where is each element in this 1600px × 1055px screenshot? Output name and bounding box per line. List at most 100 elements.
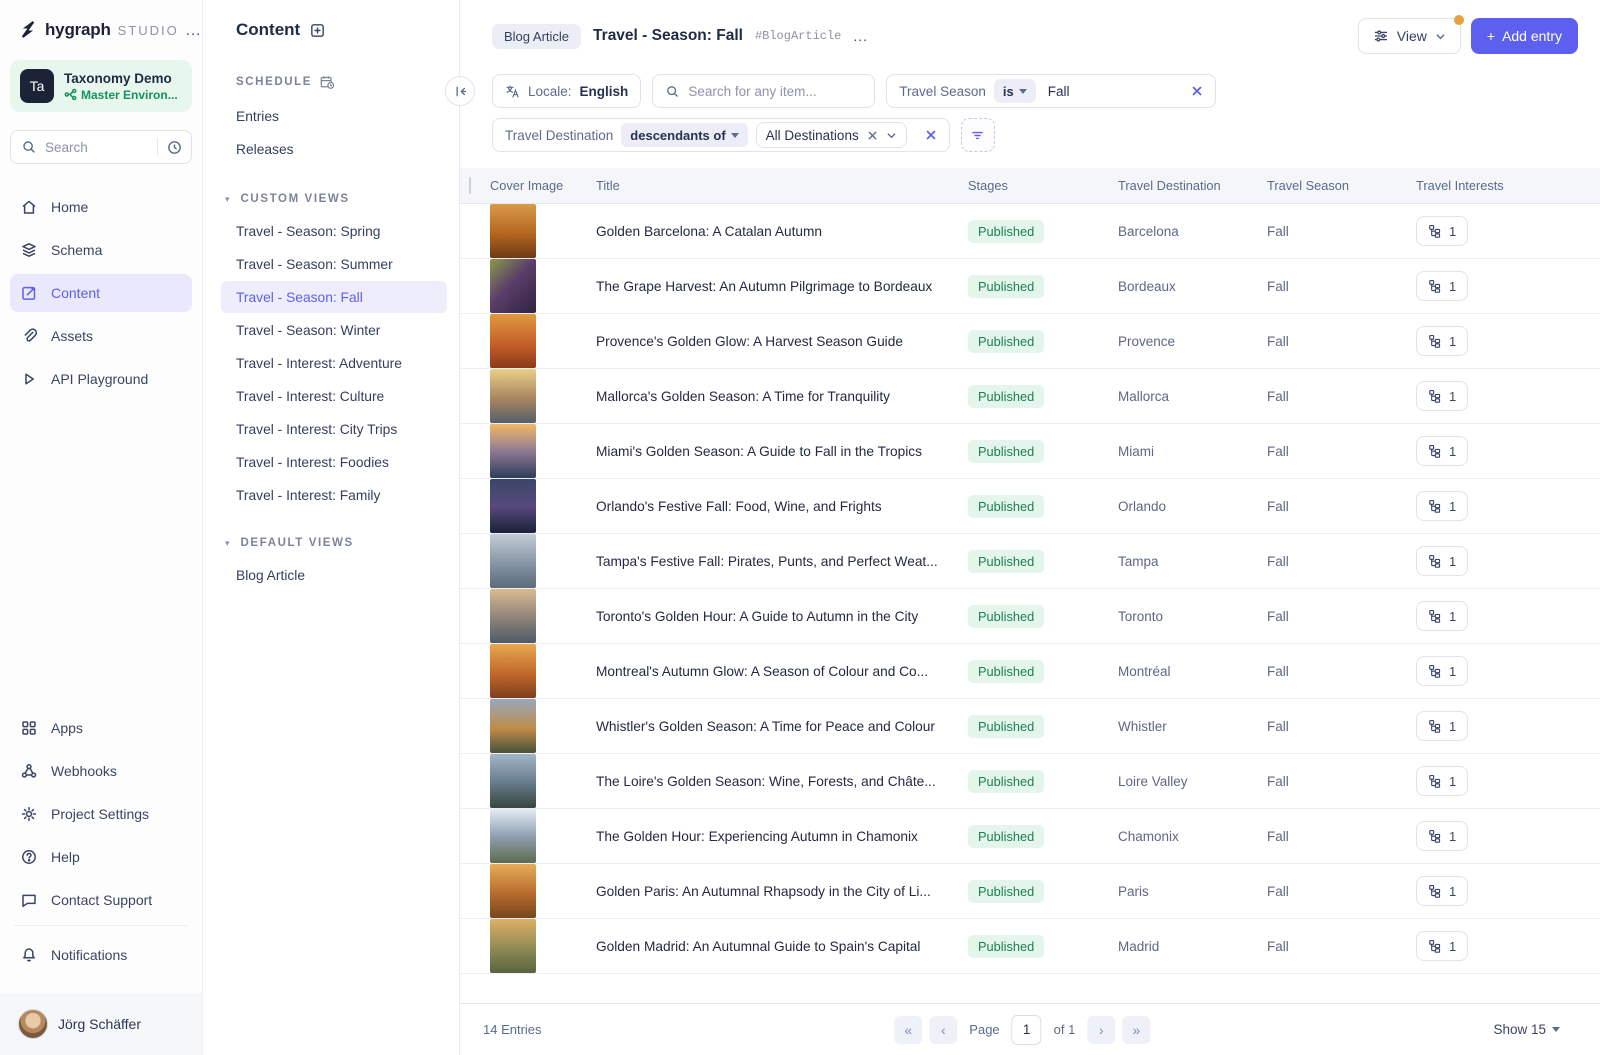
sidebar-item-schema[interactable]: Schema [10, 231, 192, 269]
cover-image[interactable] [490, 424, 536, 478]
entry-title[interactable]: Tampa's Festive Fall: Pirates, Punts, an… [596, 554, 938, 569]
select-all-checkbox[interactable] [469, 177, 471, 194]
travel-interests-chip[interactable]: 1 [1416, 711, 1468, 741]
travel-interests-chip[interactable]: 1 [1416, 601, 1468, 631]
entry-title[interactable]: The Grape Harvest: An Autumn Pilgrimage … [596, 279, 932, 294]
cover-image[interactable] [490, 754, 536, 808]
add-view-icon[interactable] [309, 22, 326, 39]
cover-image[interactable] [490, 919, 536, 973]
cover-image[interactable] [490, 534, 536, 588]
workspace-menu-icon[interactable]: ... [186, 22, 202, 39]
locale-selector[interactable]: Locale: English [492, 74, 641, 108]
sidebar-view-item[interactable]: Travel - Season: Summer [221, 248, 447, 280]
last-page-button[interactable]: » [1122, 1016, 1150, 1044]
table-row[interactable]: Toronto's Golden Hour: A Guide to Autumn… [460, 589, 1600, 644]
travel-interests-chip[interactable]: 1 [1416, 436, 1468, 466]
entry-title[interactable]: Golden Madrid: An Autumnal Guide to Spai… [596, 939, 920, 954]
table-row[interactable]: Tampa's Festive Fall: Pirates, Punts, an… [460, 534, 1600, 589]
sidebar-item-entries[interactable]: Entries [221, 100, 447, 132]
remove-filter-icon[interactable] [925, 129, 937, 141]
cover-image[interactable] [490, 259, 536, 313]
sidebar-view-item[interactable]: Travel - Interest: Culture [221, 380, 447, 412]
model-badge[interactable]: Blog Article [492, 24, 581, 49]
table-row[interactable]: Golden Barcelona: A Catalan Autumn Publi… [460, 204, 1600, 259]
cover-image[interactable] [490, 479, 536, 533]
cover-image[interactable] [490, 204, 536, 258]
sidebar-item-releases[interactable]: Releases [221, 133, 447, 165]
sidebar-item-webhooks[interactable]: Webhooks [10, 752, 192, 790]
user-menu[interactable]: Jörg Schäffer [0, 993, 202, 1055]
column-header-travel-destination[interactable]: Travel Destination [1118, 178, 1267, 193]
sidebar-item-project-settings[interactable]: Project Settings [10, 795, 192, 833]
entry-title[interactable]: The Golden Hour: Experiencing Autumn in … [596, 829, 918, 844]
view-button[interactable]: View [1358, 18, 1461, 54]
cover-image[interactable] [490, 314, 536, 368]
table-row[interactable]: Orlando's Festive Fall: Food, Wine, and … [460, 479, 1600, 534]
destination-value-select[interactable]: All Destinations [756, 122, 907, 148]
table-row[interactable]: Golden Paris: An Autumnal Rhapsody in th… [460, 864, 1600, 919]
project-switcher[interactable]: Ta Taxonomy Demo Master Environ... [10, 60, 192, 112]
sidebar-item-api-playground[interactable]: API Playground [10, 360, 192, 398]
column-header-travel-season[interactable]: Travel Season [1267, 178, 1416, 193]
column-header-travel-interests[interactable]: Travel Interests [1416, 178, 1600, 193]
collapse-caret-icon[interactable]: ▾ [225, 194, 230, 205]
cover-image[interactable] [490, 589, 536, 643]
table-row[interactable]: The Grape Harvest: An Autumn Pilgrimage … [460, 259, 1600, 314]
travel-interests-chip[interactable]: 1 [1416, 216, 1468, 246]
travel-interests-chip[interactable]: 1 [1416, 326, 1468, 356]
sidebar-view-item[interactable]: Travel - Season: Fall [221, 281, 447, 313]
filter-operator-dropdown[interactable]: is [994, 79, 1036, 103]
sidebar-view-item[interactable]: Travel - Interest: City Trips [221, 413, 447, 445]
column-header-title[interactable]: Title [596, 178, 968, 193]
entry-title[interactable]: Golden Paris: An Autumnal Rhapsody in th… [596, 884, 931, 899]
sidebar-view-item[interactable]: Travel - Interest: Adventure [221, 347, 447, 379]
cover-image[interactable] [490, 864, 536, 918]
search-history-icon[interactable] [166, 139, 183, 156]
cover-image[interactable] [490, 644, 536, 698]
table-row[interactable]: Golden Madrid: An Autumnal Guide to Spai… [460, 919, 1600, 974]
entry-title[interactable]: Whistler's Golden Season: A Time for Pea… [596, 719, 935, 734]
clear-value-icon[interactable] [867, 130, 878, 141]
entry-title[interactable]: The Loire's Golden Season: Wine, Forests… [596, 774, 936, 789]
entry-title[interactable]: Orlando's Festive Fall: Food, Wine, and … [596, 499, 882, 514]
sidebar-item-help[interactable]: Help [10, 838, 192, 876]
entry-title[interactable]: Montreal's Autumn Glow: A Season of Colo… [596, 664, 928, 679]
table-row[interactable]: Whistler's Golden Season: A Time for Pea… [460, 699, 1600, 754]
travel-interests-chip[interactable]: 1 [1416, 491, 1468, 521]
filter-operator-dropdown[interactable]: descendants of [621, 123, 747, 147]
table-row[interactable]: The Loire's Golden Season: Wine, Forests… [460, 754, 1600, 809]
sidebar-item-content[interactable]: Content [10, 274, 192, 312]
global-search-input[interactable]: Search [10, 130, 192, 164]
entry-title[interactable]: Mallorca's Golden Season: A Time for Tra… [596, 389, 890, 404]
travel-interests-chip[interactable]: 1 [1416, 766, 1468, 796]
collapse-caret-icon[interactable]: ▾ [225, 538, 230, 549]
entry-title[interactable]: Golden Barcelona: A Catalan Autumn [596, 224, 822, 239]
prev-page-button[interactable]: ‹ [929, 1016, 957, 1044]
cover-image[interactable] [490, 369, 536, 423]
calendar-clock-icon[interactable] [319, 74, 335, 90]
travel-interests-chip[interactable]: 1 [1416, 271, 1468, 301]
sidebar-view-item[interactable]: Blog Article [221, 559, 447, 591]
entry-title[interactable]: Toronto's Golden Hour: A Guide to Autumn… [596, 609, 918, 624]
sidebar-view-item[interactable]: Travel - Interest: Foodies [221, 446, 447, 478]
travel-interests-chip[interactable]: 1 [1416, 656, 1468, 686]
entry-title[interactable]: Miami's Golden Season: A Guide to Fall i… [596, 444, 922, 459]
cover-image[interactable] [490, 809, 536, 863]
travel-interests-chip[interactable]: 1 [1416, 381, 1468, 411]
add-entry-button[interactable]: + Add entry [1471, 18, 1578, 54]
view-options-menu-icon[interactable]: ... [853, 28, 868, 44]
column-header-cover-image[interactable]: Cover Image [490, 178, 596, 193]
page-number-input[interactable]: 1 [1012, 1015, 1042, 1045]
sidebar-item-home[interactable]: Home [10, 188, 192, 226]
sidebar-item-assets[interactable]: Assets [10, 317, 192, 355]
item-search-input[interactable]: Search for any item... [652, 74, 875, 108]
sidebar-view-item[interactable]: Travel - Season: Spring [221, 215, 447, 247]
sidebar-view-item[interactable]: Travel - Interest: Family [221, 479, 447, 511]
table-row[interactable]: Miami's Golden Season: A Guide to Fall i… [460, 424, 1600, 479]
page-size-select[interactable]: Show 15 [1493, 1022, 1560, 1037]
cover-image[interactable] [490, 699, 536, 753]
travel-interests-chip[interactable]: 1 [1416, 931, 1468, 961]
sidebar-view-item[interactable]: Travel - Season: Winter [221, 314, 447, 346]
collapse-sidebar-button[interactable] [445, 76, 475, 106]
entry-title[interactable]: Provence's Golden Glow: A Harvest Season… [596, 334, 903, 349]
